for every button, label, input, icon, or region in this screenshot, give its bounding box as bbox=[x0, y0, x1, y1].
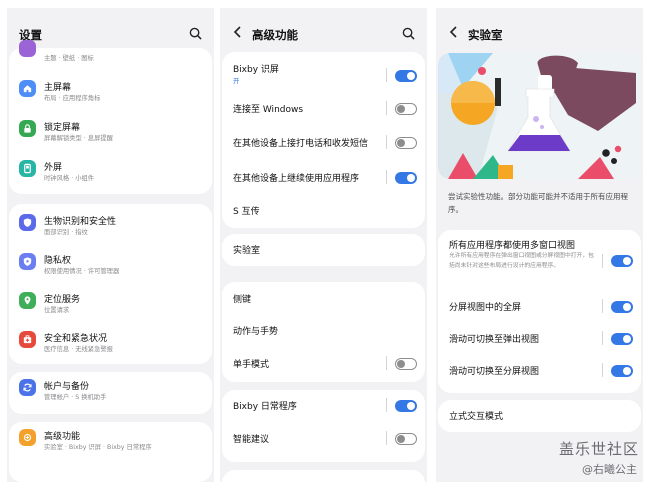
advanced-group-more bbox=[222, 470, 425, 482]
shield-icon bbox=[19, 214, 36, 231]
divider bbox=[602, 331, 603, 345]
item-fullscreen-split[interactable]: 分屏视图中的全屏 bbox=[438, 294, 641, 320]
continue-apps-toggle[interactable] bbox=[395, 172, 417, 184]
lab-flask-illustration bbox=[438, 53, 641, 179]
page-title: 高级功能 bbox=[252, 28, 298, 42]
item-calls-sms[interactable]: 在其他设备上接打电话和收发短信 bbox=[222, 130, 425, 156]
divider bbox=[386, 135, 387, 149]
routines-toggle[interactable] bbox=[395, 400, 417, 412]
settings-item-biometrics[interactable]: 生物识别和安全性 面部识别 · 指纹 bbox=[9, 210, 212, 246]
fullscreen-split-toggle[interactable] bbox=[611, 301, 633, 313]
settings-item-cover-screen[interactable]: 外屏 时钟风格 · 小组件 bbox=[9, 156, 212, 192]
bixby-vision-toggle[interactable] bbox=[395, 70, 417, 82]
labs-group-flex: 立式交互模式 bbox=[438, 400, 641, 432]
page-title: 实验室 bbox=[468, 28, 503, 42]
advanced-group-bixby: Bixby 日常程序 智能建议 bbox=[222, 390, 425, 462]
swipe-popup-toggle[interactable] bbox=[611, 333, 633, 345]
item-s-share[interactable]: S 互传 bbox=[222, 198, 425, 224]
divider bbox=[602, 254, 603, 268]
advanced-group-connect: Bixby 识屏 开 连接至 Windows 在其他设备上接打电话和收发短信 在… bbox=[222, 52, 425, 228]
windows-toggle[interactable] bbox=[395, 103, 417, 115]
labs-description: 尝试实验性功能。部分功能可能并不适用于所有应用程序。 bbox=[448, 192, 628, 214]
item-flex-mode[interactable]: 立式交互模式 bbox=[438, 403, 641, 429]
divider bbox=[386, 356, 387, 370]
settings-item-accounts-backup[interactable]: 帐户与备份 管理帐户 · S 换机助手 bbox=[9, 375, 212, 411]
settings-item-theme-partial[interactable]: 主题 · 壁纸 · 图标 bbox=[9, 40, 212, 64]
item-bixby-routines[interactable]: Bixby 日常程序 bbox=[222, 393, 425, 419]
settings-item-lock-screen[interactable]: 锁定屏幕 屏幕解锁类型 · 息屏提醒 bbox=[9, 116, 212, 152]
advanced-group-controls: 侧键 动作与手势 单手模式 bbox=[222, 282, 425, 382]
watermark-user: @右曦公主 bbox=[582, 463, 637, 476]
back-arrow-icon[interactable] bbox=[446, 24, 462, 40]
item-link-to-windows[interactable]: 连接至 Windows bbox=[222, 96, 425, 122]
advanced-header: 高级功能 bbox=[220, 8, 427, 56]
privacy-icon bbox=[19, 253, 36, 270]
divider bbox=[386, 398, 387, 412]
emergency-icon bbox=[19, 331, 36, 348]
watermark-brand: 盖乐世社区 bbox=[558, 440, 639, 458]
item-multiwindow-all-apps[interactable]: 所有应用程序都使用多窗口视图 允许所有应用程序在弹出窗口视图或分屏视图中打开，包… bbox=[438, 234, 641, 286]
divider bbox=[386, 101, 387, 115]
settings-group-security: 生物识别和安全性 面部识别 · 指纹 隐私权 权限使用情况 · 许可管理器 定位… bbox=[9, 204, 212, 364]
settings-group-display: 主题 · 壁纸 · 图标 主屏幕 布局 · 应用程序角标 锁定屏幕 屏幕解锁类型… bbox=[9, 40, 212, 194]
item-smart-suggestions[interactable]: 智能建议 bbox=[222, 426, 425, 452]
settings-item-location[interactable]: 定位服务 位置请求 bbox=[9, 288, 212, 324]
item-motions-gestures[interactable]: 动作与手势 bbox=[222, 318, 425, 344]
back-arrow-icon[interactable] bbox=[230, 24, 246, 40]
item-side-key[interactable]: 侧键 bbox=[222, 286, 425, 312]
settings-item-advanced-features[interactable]: 高级功能 实验室 · Bixby 识屏 · Bixby 日常程序 bbox=[9, 425, 212, 461]
settings-item-emergency[interactable]: 安全和紧急状况 医疗信息 · 无线紧急警报 bbox=[9, 327, 212, 363]
labs-group-multiwindow: 所有应用程序都使用多窗口视图 允许所有应用程序在弹出窗口视图或分屏视图中打开，包… bbox=[438, 230, 641, 393]
search-icon[interactable] bbox=[189, 27, 202, 40]
item-one-handed-mode[interactable]: 单手模式 bbox=[222, 351, 425, 377]
search-icon[interactable] bbox=[402, 27, 415, 40]
home-icon bbox=[19, 80, 36, 97]
suggestions-toggle[interactable] bbox=[395, 433, 417, 445]
settings-group-accounts: 帐户与备份 管理帐户 · S 换机助手 bbox=[9, 372, 212, 414]
divider bbox=[386, 68, 387, 82]
divider bbox=[602, 299, 603, 313]
swipe-split-toggle[interactable] bbox=[611, 365, 633, 377]
item-continue-apps[interactable]: 在其他设备上继续使用应用程序 bbox=[222, 165, 425, 191]
settings-item-home-screen[interactable]: 主屏幕 布局 · 应用程序角标 bbox=[9, 76, 212, 112]
settings-item-privacy[interactable]: 隐私权 权限使用情况 · 许可管理器 bbox=[9, 249, 212, 285]
cover-screen-icon bbox=[19, 160, 36, 177]
sync-icon bbox=[19, 379, 36, 396]
divider bbox=[386, 431, 387, 445]
divider bbox=[602, 363, 603, 377]
location-icon bbox=[19, 292, 36, 309]
item-labs[interactable]: 实验室 bbox=[222, 237, 425, 263]
settings-group-advanced: 高级功能 实验室 · Bixby 识屏 · Bixby 日常程序 bbox=[9, 422, 212, 482]
settings-panel: 设置 主题 · 壁纸 · 图标 主屏幕 布局 · 应用程序角标 锁定屏幕 屏幕解… bbox=[7, 8, 214, 482]
divider bbox=[386, 170, 387, 184]
advanced-group-labs: 实验室 bbox=[222, 234, 425, 266]
labs-panel: 实验室 尝试实验性功能。部分功能可能并不适用于所有应用程序。 所有应用程序都使用… bbox=[436, 8, 643, 482]
palette-icon bbox=[19, 40, 36, 57]
item-swipe-split[interactable]: 滑动可切换至分屏视图 bbox=[438, 358, 641, 384]
item-bixby-vision[interactable]: Bixby 识屏 开 bbox=[222, 58, 425, 92]
lock-icon bbox=[19, 120, 36, 137]
labs-header: 实验室 bbox=[436, 8, 643, 56]
advanced-features-panel: 高级功能 Bixby 识屏 开 连接至 Windows 在其他设备上接打电话和收… bbox=[220, 8, 427, 482]
item-swipe-popup[interactable]: 滑动可切换至弹出视图 bbox=[438, 326, 641, 352]
gear-plus-icon bbox=[19, 429, 36, 446]
labs-illustration bbox=[438, 53, 641, 179]
multiwindow-toggle[interactable] bbox=[611, 255, 633, 267]
one-hand-toggle[interactable] bbox=[395, 358, 417, 370]
calls-sms-toggle[interactable] bbox=[395, 137, 417, 149]
